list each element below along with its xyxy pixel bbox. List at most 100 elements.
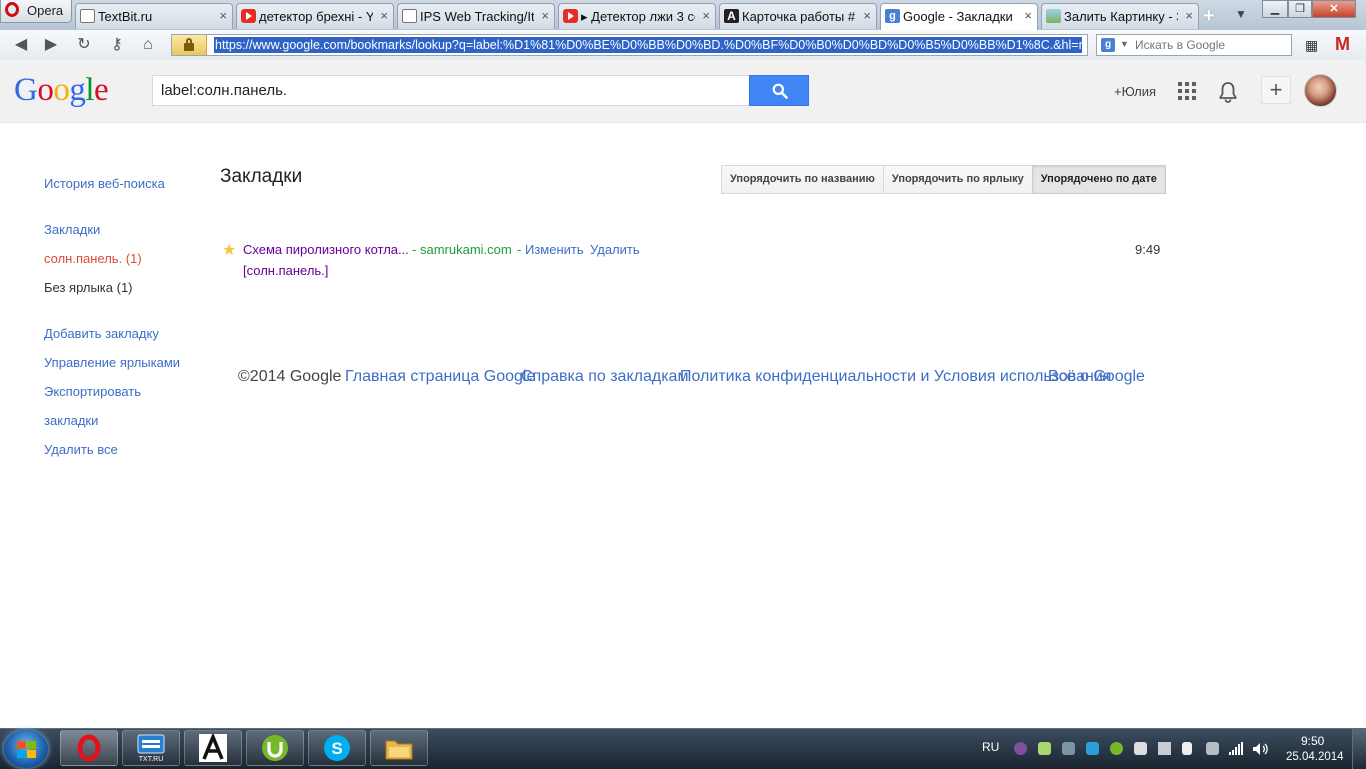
textru-icon: TXT.RU — [137, 734, 165, 763]
tab-upload-image[interactable]: Залить Картинку - З... × — [1041, 3, 1199, 29]
bookmark-time: 9:49 — [1135, 242, 1161, 257]
clock-date[interactable]: 25.04.2014 — [1286, 751, 1344, 763]
speed-dial-grid-icon[interactable]: ▦ — [1305, 38, 1319, 52]
tab-work-card[interactable]: A Карточка работы #... × — [719, 3, 877, 29]
tab-textbit[interactable]: TextBit.ru × — [75, 3, 233, 29]
sidebar-manage-labels-link[interactable]: Управление ярлыками — [44, 355, 180, 370]
document-icon — [402, 9, 417, 23]
key-wand-icon[interactable]: ⚷ — [106, 35, 128, 55]
taskbar-a-app[interactable] — [184, 730, 242, 766]
browser-search-input[interactable] — [1135, 37, 1285, 53]
tab-close-icon[interactable]: × — [1024, 8, 1032, 23]
sidebar-add-bookmark-link[interactable]: Добавить закладку — [44, 326, 159, 341]
minimize-button[interactable]: ▁ — [1262, 0, 1288, 18]
tab-title: ▸ Детектор лжи 3 се... — [581, 9, 695, 24]
utorrent-tray-icon[interactable] — [1110, 742, 1123, 755]
tab-lie-detector-youtube[interactable]: детектор брехні - Y... × — [236, 3, 394, 29]
address-url-text[interactable]: https://www.google.com/bookmarks/lookup?… — [214, 37, 1082, 53]
tab-close-icon[interactable]: × — [1185, 8, 1193, 23]
back-arrow-icon[interactable]: ◀ — [10, 35, 32, 55]
sidebar-export-link[interactable]: Экспортировать — [44, 384, 141, 399]
tab-close-icon[interactable]: × — [380, 8, 388, 23]
browser-search-box[interactable]: g ▼ — [1096, 34, 1292, 56]
volume-icon[interactable] — [1252, 742, 1268, 756]
sidebar-unlabeled-link[interactable]: Без ярлыка (1) — [44, 280, 133, 295]
google-plus-user-link[interactable]: +Юлия — [1114, 84, 1156, 99]
a-logo-icon: A — [724, 9, 739, 23]
tab-lie-detector-video[interactable]: ▸ Детектор лжи 3 се... × — [558, 3, 716, 29]
sidebar-delete-all-link[interactable]: Удалить все — [44, 442, 118, 457]
google-search-button[interactable] — [749, 75, 809, 106]
share-plus-icon[interactable]: + — [1261, 76, 1291, 104]
notifications-bell-icon[interactable] — [1218, 81, 1238, 103]
chat-tray-icon[interactable] — [1038, 742, 1051, 755]
sort-by-name-button[interactable]: Упорядочить по названию — [721, 165, 884, 194]
tray-language-indicator[interactable]: RU — [982, 740, 999, 754]
sidebar-current-label[interactable]: солн.панель. (1) — [44, 251, 142, 266]
tab-list-chevron-icon[interactable]: ▼ — [1235, 7, 1247, 21]
p-app-tray-icon[interactable] — [1062, 742, 1075, 755]
new-tab-plus-icon[interactable]: + — [1203, 5, 1215, 28]
bookmark-delete-link[interactable]: Удалить — [590, 242, 640, 257]
window-close-button[interactable]: ✕ — [1312, 0, 1356, 18]
home-icon[interactable]: ⌂ — [137, 35, 159, 55]
sidebar-export-link-cont[interactable]: закладки — [44, 413, 98, 428]
address-bar[interactable]: https://www.google.com/bookmarks/lookup?… — [171, 34, 1088, 56]
explorer-folder-icon — [385, 740, 413, 760]
start-button[interactable] — [4, 730, 48, 768]
taskbar-skype[interactable]: S — [308, 730, 366, 766]
device-tray-icon[interactable] — [1182, 742, 1192, 755]
bookmark-separator: - — [517, 242, 522, 257]
bookmark-edit-link[interactable]: Изменить — [525, 242, 584, 257]
secure-lock-badge[interactable] — [172, 35, 207, 55]
star-icon[interactable]: ★ — [222, 240, 236, 260]
teamviewer-tray-icon[interactable] — [1086, 742, 1099, 755]
clock-time[interactable]: 9:50 — [1301, 734, 1324, 748]
apps-grid-icon[interactable] — [1178, 82, 1196, 100]
footer-privacy-terms-link[interactable]: Политика конфиденциальности и Условия ис… — [680, 368, 1111, 386]
restore-button[interactable]: ❐ — [1288, 0, 1312, 18]
viber-tray-icon[interactable] — [1014, 742, 1027, 755]
tab-google-bookmarks[interactable]: g Google - Закладки × — [880, 3, 1038, 30]
show-desktop-button[interactable] — [1352, 729, 1366, 769]
opera-menu-button[interactable]: Opera — [0, 0, 72, 23]
skype-icon: S — [324, 735, 350, 761]
tab-close-icon[interactable]: × — [702, 8, 710, 23]
reload-icon[interactable]: ↻ — [73, 35, 95, 55]
tab-ips-web-tracking[interactable]: IPS Web Tracking/Ite... × — [397, 3, 555, 29]
sort-button-group: Упорядочить по названию Упорядочить по я… — [721, 165, 1166, 194]
bookmark-label-link[interactable]: [солн.панель.] — [243, 263, 328, 278]
engine-dropdown-icon[interactable]: ▼ — [1120, 39, 1129, 49]
tab-close-icon[interactable]: × — [219, 8, 227, 23]
footer-google-home-link[interactable]: Главная страница Google — [345, 368, 535, 386]
google-search-input[interactable] — [152, 75, 750, 106]
user-avatar[interactable] — [1304, 74, 1337, 107]
tab-close-icon[interactable]: × — [541, 8, 549, 23]
google-icon: g — [885, 9, 900, 23]
flag-tray-icon[interactable] — [1134, 742, 1147, 755]
taskbar-utorrent[interactable] — [246, 730, 304, 766]
usb-tray-icon[interactable] — [1206, 742, 1219, 755]
taskbar-explorer[interactable] — [370, 730, 428, 766]
footer-bookmarks-help-link[interactable]: Справка по закладкам — [521, 368, 688, 386]
google-logo[interactable]: Google — [14, 72, 109, 109]
google-search-engine-icon[interactable]: g — [1101, 38, 1115, 52]
display-tray-icon[interactable] — [1158, 742, 1171, 755]
tab-title: Залить Картинку - З... — [1064, 9, 1178, 24]
opera-menu-label: Opera — [27, 3, 64, 18]
sidebar-web-history-link[interactable]: История веб-поиска — [44, 176, 165, 191]
footer-about-google-link[interactable]: Всё о Google — [1048, 368, 1145, 386]
tab-title: Google - Закладки — [903, 9, 1013, 24]
windows-taskbar: TXT.RU S RU 9:50 25.04.2014 — [0, 728, 1366, 769]
sort-by-label-button[interactable]: Упорядочить по ярлыку — [882, 165, 1033, 194]
forward-arrow-icon[interactable]: ▶ — [40, 35, 62, 55]
signal-strength-icon[interactable] — [1229, 742, 1243, 755]
taskbar-opera[interactable] — [60, 730, 118, 766]
sidebar-bookmarks-link[interactable]: Закладки — [44, 222, 100, 237]
tab-close-icon[interactable]: × — [863, 8, 871, 23]
browser-tab-strip: Opera TextBit.ru × детектор брехні - Y..… — [0, 0, 1366, 30]
taskbar-textru[interactable]: TXT.RU — [122, 730, 180, 766]
sort-by-date-button[interactable]: Упорядочено по дате — [1031, 165, 1166, 194]
gmail-icon[interactable]: M — [1335, 34, 1350, 55]
bookmark-title-link[interactable]: Схема пиролизного котла... — [243, 242, 409, 257]
